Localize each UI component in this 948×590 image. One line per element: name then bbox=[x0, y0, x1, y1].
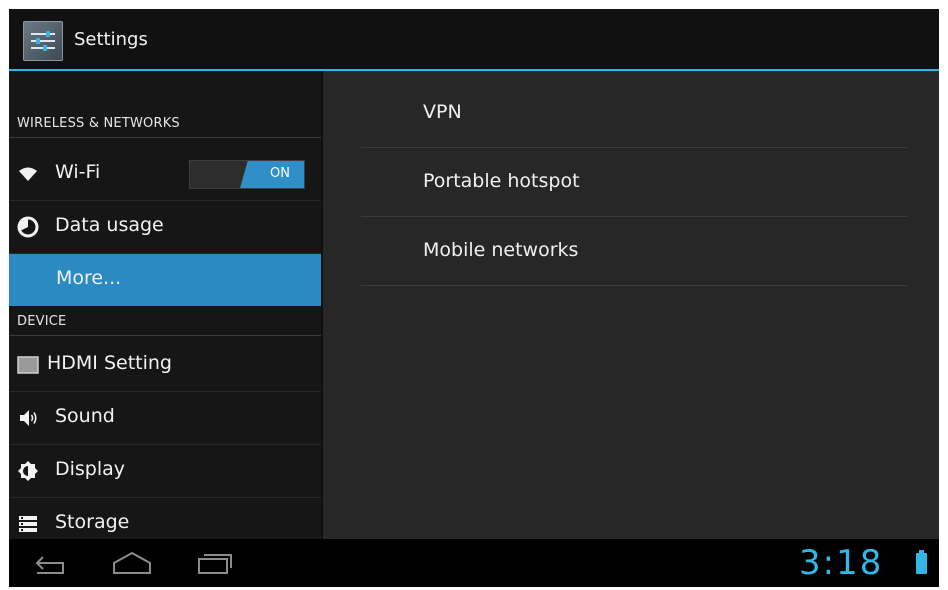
brightness-icon bbox=[17, 460, 39, 482]
sidebar-item-sound[interactable]: Sound bbox=[9, 392, 321, 445]
battery-icon bbox=[916, 550, 927, 574]
sidebar-item-label: Storage bbox=[55, 511, 130, 533]
wifi-toggle[interactable]: ON bbox=[189, 160, 305, 189]
sidebar-item-wifi[interactable]: Wi-Fi ON bbox=[9, 148, 321, 201]
pref-item-label: Mobile networks bbox=[423, 239, 579, 261]
speaker-icon bbox=[17, 407, 39, 429]
pref-item-label: Portable hotspot bbox=[423, 170, 580, 192]
sidebar-item-label: Sound bbox=[55, 405, 115, 427]
pref-item-vpn[interactable]: VPN bbox=[361, 79, 907, 148]
sidebar-item-label: Data usage bbox=[55, 214, 164, 236]
sidebar-item-label: More... bbox=[56, 267, 122, 289]
tablet-screen: Settings WIRELESS & NETWORKS Wi-Fi ON Da… bbox=[9, 9, 939, 587]
pref-item-mobile-networks[interactable]: Mobile networks bbox=[361, 217, 907, 286]
hdmi-icon bbox=[17, 354, 39, 376]
section-header-device: DEVICE bbox=[9, 307, 321, 336]
toggle-state: ON bbox=[270, 166, 290, 181]
pref-item-portable-hotspot[interactable]: Portable hotspot bbox=[361, 148, 907, 217]
storage-icon bbox=[17, 513, 39, 535]
toggle-thumb: ON bbox=[240, 161, 304, 188]
settings-app-icon[interactable] bbox=[23, 21, 63, 61]
action-bar: Settings bbox=[9, 9, 939, 71]
data-usage-icon bbox=[17, 216, 39, 238]
app-title: Settings bbox=[74, 29, 148, 50]
home-icon[interactable] bbox=[111, 549, 153, 581]
sidebar-item-label: Wi-Fi bbox=[55, 161, 101, 183]
pref-item-label: VPN bbox=[423, 101, 462, 123]
sidebar-item-hdmi[interactable]: HDMI Setting bbox=[9, 339, 321, 392]
wifi-icon bbox=[17, 163, 39, 185]
section-header-wireless: WIRELESS & NETWORKS bbox=[9, 109, 321, 138]
sidebar-item-more[interactable]: More... bbox=[9, 254, 321, 306]
sidebar-item-display[interactable]: Display bbox=[9, 445, 321, 498]
clock: 3:18 bbox=[799, 543, 884, 583]
back-icon[interactable] bbox=[31, 549, 69, 581]
system-bar: 3:18 bbox=[9, 539, 939, 587]
sidebar-item-label: HDMI Setting bbox=[47, 352, 172, 374]
detail-pane: VPN Portable hotspot Mobile networks bbox=[323, 71, 939, 539]
settings-sidebar: WIRELESS & NETWORKS Wi-Fi ON Data usage … bbox=[9, 71, 321, 539]
sidebar-item-label: Display bbox=[55, 458, 126, 480]
sidebar-item-data-usage[interactable]: Data usage bbox=[9, 201, 321, 254]
recent-apps-icon[interactable] bbox=[195, 549, 235, 581]
